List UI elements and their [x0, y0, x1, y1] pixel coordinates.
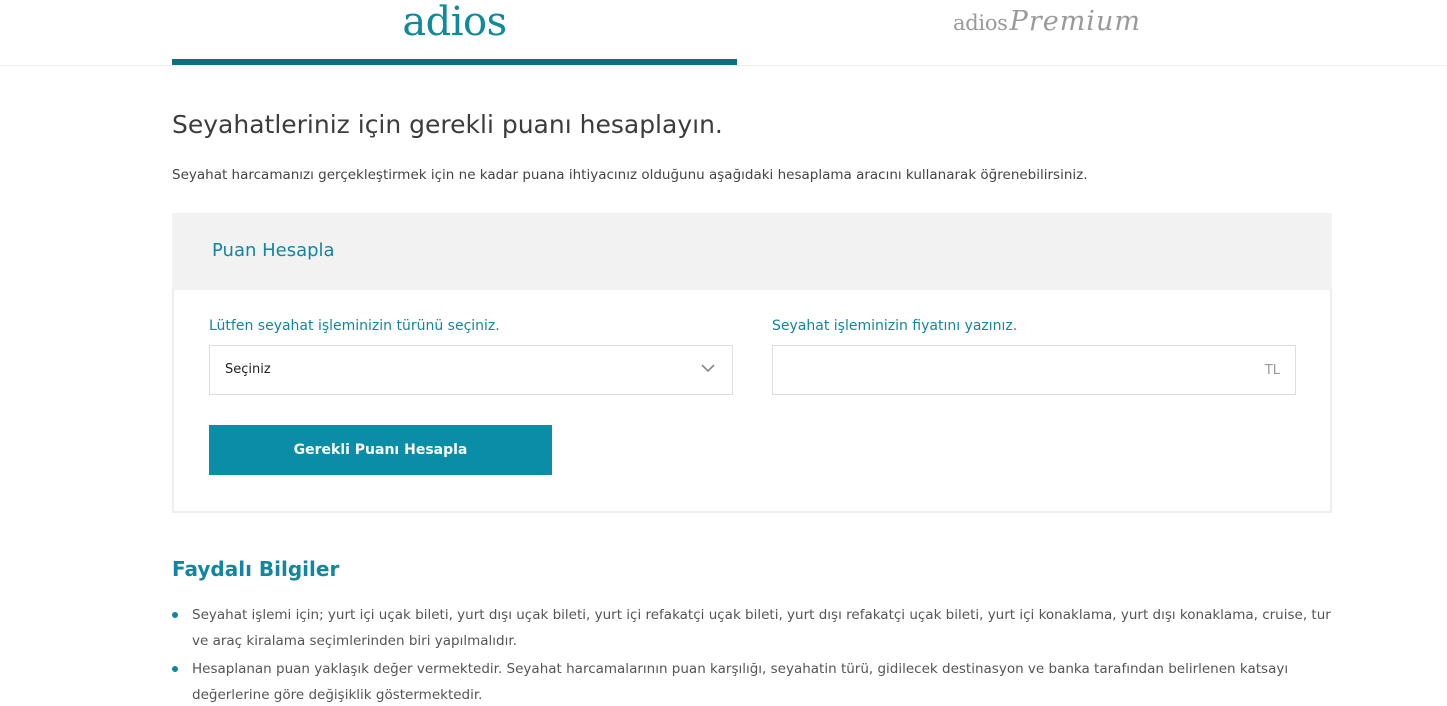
chevron-down-icon	[701, 364, 715, 373]
travel-type-label: Lütfen seyahat işleminizin türünü seçini…	[209, 318, 500, 334]
travel-price-label: Seyahat işleminizin fiyatını yazınız.	[772, 318, 1018, 334]
points-calculator-card: Puan Hesapla Lütfen seyahat işleminizin …	[172, 213, 1332, 513]
tab-adios-premium[interactable]: adios Premium	[737, 0, 1357, 66]
bullet-icon	[172, 612, 178, 618]
travel-price-field[interactable]: TL	[772, 345, 1296, 395]
travel-type-selected-value: Seçiniz	[225, 362, 271, 377]
list-item-text: Hesaplanan puan yaklaşık değer vermekted…	[192, 661, 1289, 703]
brand-tabs: adios adios Premium	[0, 0, 1447, 66]
list-item: Seyahat işlemi için; yurt içi uçak bilet…	[172, 602, 1332, 654]
travel-type-select[interactable]: Seçiniz	[209, 345, 733, 395]
calculator-title: Puan Hesapla	[212, 240, 335, 261]
calculator-body: Lütfen seyahat işleminizin türünü seçini…	[172, 290, 1332, 513]
currency-label: TL	[1264, 363, 1280, 378]
page-description: Seyahat harcamanızı gerçekleştirmek için…	[172, 167, 1088, 183]
list-item: Hesaplanan puan yaklaşık değer vermekted…	[172, 656, 1332, 706]
useful-info-list: Seyahat işlemi için; yurt içi uçak bilet…	[172, 602, 1332, 706]
list-item-text: Seyahat işlemi için; yurt içi uçak bilet…	[192, 607, 1331, 649]
tab-adios[interactable]: adios	[172, 0, 737, 66]
travel-price-input[interactable]	[773, 346, 1253, 394]
adios-premium-logo: adios Premium	[953, 6, 1141, 37]
adios-logo: adios	[402, 0, 507, 45]
calculate-points-button[interactable]: Gerekli Puanı Hesapla	[209, 425, 552, 475]
page-title: Seyahatleriniz için gerekli puanı hesapl…	[172, 110, 723, 139]
active-tab-indicator	[172, 59, 737, 65]
useful-info-title: Faydalı Bilgiler	[172, 557, 340, 581]
calculator-header: Puan Hesapla	[172, 213, 1332, 290]
bullet-icon	[172, 666, 178, 672]
